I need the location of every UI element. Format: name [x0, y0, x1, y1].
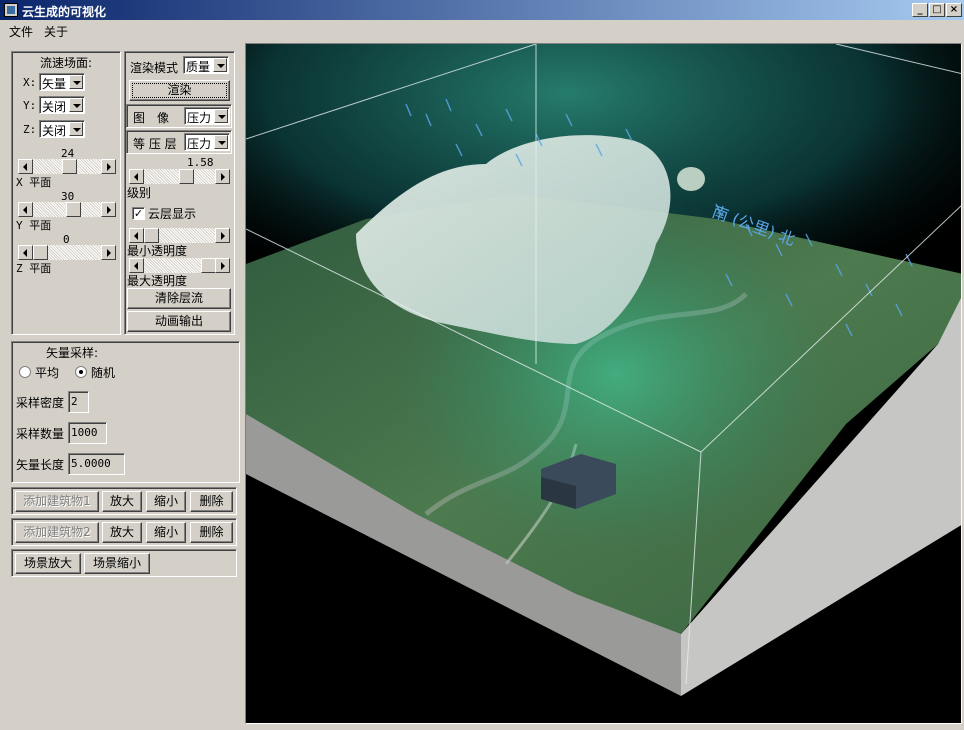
building2-zoom-in-button[interactable]: 放大: [102, 522, 142, 543]
chevron-down-icon: [69, 75, 83, 89]
maximize-button[interactable]: □: [929, 3, 945, 17]
x-axis-label: X:: [23, 76, 37, 89]
x-mode-select[interactable]: 矢量: [39, 73, 85, 91]
level-slider-thumb[interactable]: [179, 169, 194, 184]
radio-random[interactable]: [75, 366, 87, 378]
add-building2-button[interactable]: 添加建筑物2: [15, 522, 99, 543]
radio-average[interactable]: [19, 366, 31, 378]
density-label: 采样密度: [16, 396, 65, 410]
isobar-select[interactable]: 压力: [184, 133, 230, 151]
sampling-panel: 矢量采样: 平均 随机 采样密度 2 采样数量 1000 矢量长度 5.0000: [11, 341, 240, 483]
building2-delete-button[interactable]: 删除: [190, 522, 233, 543]
add-building1-button[interactable]: 添加建筑物1: [15, 491, 99, 512]
vector-length-input[interactable]: 5.0000: [68, 453, 125, 475]
min-transparency-slider[interactable]: [129, 228, 230, 243]
menu-about[interactable]: 关于: [44, 23, 68, 40]
sampling-heading: 矢量采样:: [46, 346, 99, 360]
level-label: 级别: [127, 186, 152, 200]
y-plane-slider[interactable]: [18, 202, 116, 217]
building1-zoom-out-button[interactable]: 缩小: [146, 491, 186, 512]
window-title: 云生成的可视化: [22, 5, 107, 19]
scene-zoom-in-button[interactable]: 场景放大: [15, 553, 81, 574]
z-plane-slider-thumb[interactable]: [33, 245, 48, 260]
building2-zoom-out-button[interactable]: 缩小: [146, 522, 186, 543]
isobar-label: 等 压 层: [133, 137, 177, 151]
render-panel: 渲染模式 质量 渲染 图 像 压力 等 压 层 压力 1.58 级别 ✓ 云层显…: [124, 51, 235, 335]
scroll-right-icon[interactable]: [215, 169, 230, 184]
menu-file[interactable]: 文件: [9, 23, 33, 40]
scroll-right-icon[interactable]: [101, 159, 116, 174]
menu-bar: 文件 关于: [0, 20, 964, 40]
chevron-down-icon: [214, 135, 228, 149]
small-cloud: [677, 167, 705, 191]
y-plane-label: Y 平面: [16, 219, 52, 232]
min-transparency-label: 最小透明度: [127, 244, 188, 258]
scroll-left-icon[interactable]: [129, 228, 144, 243]
z-axis-label: Z:: [23, 123, 37, 136]
building2-panel: 添加建筑物2 放大 缩小 删除: [11, 518, 237, 546]
level-slider[interactable]: [129, 169, 230, 184]
scroll-left-icon[interactable]: [18, 202, 33, 217]
scroll-right-icon[interactable]: [215, 228, 230, 243]
isobar-row: 等 压 层 压力: [126, 130, 232, 154]
visualization-viewport[interactable]: 南 (公里) 北: [245, 43, 962, 724]
y-plane-slider-thumb[interactable]: [66, 202, 81, 217]
animation-output-button[interactable]: 动画输出: [127, 311, 231, 332]
max-transparency-thumb[interactable]: [201, 258, 216, 273]
y-mode-select[interactable]: 关闭: [39, 96, 85, 114]
radio-random-label: 随机: [91, 366, 116, 380]
y-axis-label: Y:: [23, 99, 37, 112]
title-bar: 云生成的可视化 _ □ ×: [0, 0, 964, 20]
chevron-down-icon: [213, 58, 227, 72]
app-icon[interactable]: [4, 3, 18, 17]
close-button[interactable]: ×: [946, 3, 962, 17]
x-plane-slider-thumb[interactable]: [62, 159, 77, 174]
flow-field-heading: 流速场面:: [40, 56, 93, 70]
cloud-display-checkbox[interactable]: ✓: [132, 207, 145, 220]
building1-panel: 添加建筑物1 放大 缩小 删除: [11, 487, 237, 515]
minimize-button[interactable]: _: [912, 3, 928, 17]
vector-length-label: 矢量长度: [16, 458, 65, 472]
z-mode-select[interactable]: 关闭: [39, 120, 85, 138]
max-transparency-label: 最大透明度: [127, 274, 188, 288]
image-label: 图 像: [133, 111, 170, 125]
count-input[interactable]: 1000: [68, 422, 107, 444]
radio-average-label: 平均: [35, 366, 60, 380]
level-value: 1.58: [187, 156, 214, 169]
x-plane-label: X 平面: [16, 176, 52, 189]
scroll-left-icon[interactable]: [129, 258, 144, 273]
min-transparency-thumb[interactable]: [144, 228, 159, 243]
scene-zoom-out-button[interactable]: 场景缩小: [84, 553, 150, 574]
scroll-left-icon[interactable]: [18, 159, 33, 174]
max-transparency-slider[interactable]: [129, 258, 230, 273]
building1-delete-button[interactable]: 删除: [190, 491, 233, 512]
render-mode-select[interactable]: 质量: [183, 56, 229, 74]
terrain-scene: 南 (公里) 北: [246, 44, 961, 696]
scene-panel: 场景放大 场景缩小: [11, 549, 237, 577]
cloud-display-label: 云层显示: [148, 207, 197, 221]
scroll-right-icon[interactable]: [101, 245, 116, 260]
x-plane-slider[interactable]: [18, 159, 116, 174]
scroll-right-icon[interactable]: [101, 202, 116, 217]
chevron-down-icon: [214, 109, 228, 123]
z-plane-slider[interactable]: [18, 245, 116, 260]
scroll-right-icon[interactable]: [215, 258, 230, 273]
z-plane-label: Z 平面: [16, 262, 52, 275]
count-label: 采样数量: [16, 427, 65, 441]
image-select[interactable]: 压力: [184, 107, 230, 125]
image-row: 图 像 压力: [126, 104, 232, 128]
chevron-down-icon: [69, 98, 83, 112]
render-button[interactable]: 渲染: [129, 80, 230, 101]
flow-field-panel: 流速场面: X: 矢量 Y: 关闭 Z: 关闭 24 X 平面 30 Y 平面 …: [11, 51, 121, 335]
render-mode-label: 渲染模式: [130, 61, 179, 75]
density-input[interactable]: 2: [68, 391, 89, 413]
chevron-down-icon: [69, 122, 83, 136]
scroll-left-icon[interactable]: [18, 245, 33, 260]
scroll-left-icon[interactable]: [129, 169, 144, 184]
building1-zoom-in-button[interactable]: 放大: [102, 491, 142, 512]
clear-laminar-button[interactable]: 清除层流: [127, 288, 231, 309]
